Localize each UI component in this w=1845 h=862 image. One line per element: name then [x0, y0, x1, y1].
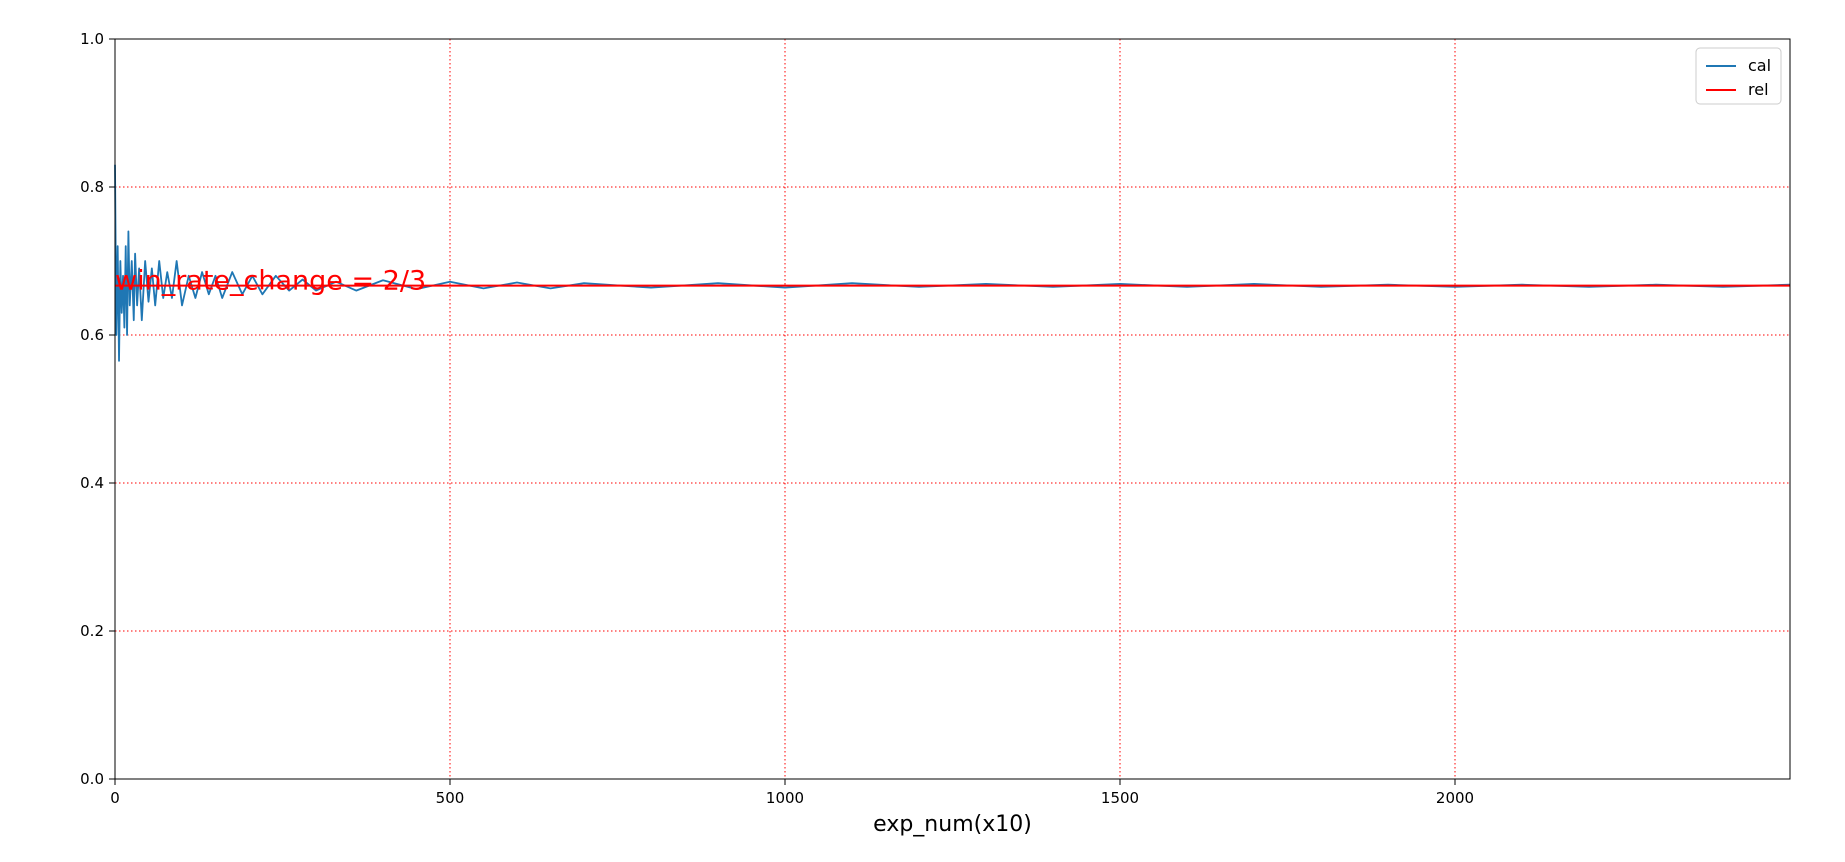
annotation-text: win_rate_change = 2/3 [115, 266, 426, 297]
x-tick-label: 0 [110, 789, 120, 807]
x-tick-label: 2000 [1436, 789, 1474, 807]
axis-ticks: 0 500 1000 1500 2000 0.0 0.2 0.4 0.6 0.8 1.0 [80, 30, 1474, 807]
y-tick-label: 0.0 [80, 770, 104, 788]
series-line-cal [114, 164, 1791, 362]
grid-lines [115, 39, 1790, 779]
legend-label-rel: rel [1748, 80, 1769, 99]
x-tick-label: 1500 [1101, 789, 1139, 807]
y-tick-label: 0.8 [80, 178, 104, 196]
x-tick-label: 1000 [766, 789, 804, 807]
plot-frame [114, 38, 1791, 780]
y-tick-label: 0.6 [80, 326, 104, 344]
legend: cal rel [1695, 47, 1782, 105]
chart-figure: 0 500 1000 1500 2000 0.0 0.2 0.4 0.6 0.8 1.0 exp_n… [0, 0, 1845, 862]
plot-area-border [114, 38, 1791, 780]
y-tick-label: 0.4 [80, 474, 104, 492]
legend-label-cal: cal [1748, 56, 1771, 75]
series-lines [114, 164, 1791, 362]
x-axis-label: exp_num(x10) [873, 812, 1032, 837]
y-tick-label: 0.2 [80, 622, 104, 640]
y-tick-label: 1.0 [80, 30, 104, 48]
x-tick-label: 500 [436, 789, 465, 807]
line-chart: 0 500 1000 1500 2000 0.0 0.2 0.4 0.6 0.8 1.0 exp_n… [80, 30, 1791, 837]
